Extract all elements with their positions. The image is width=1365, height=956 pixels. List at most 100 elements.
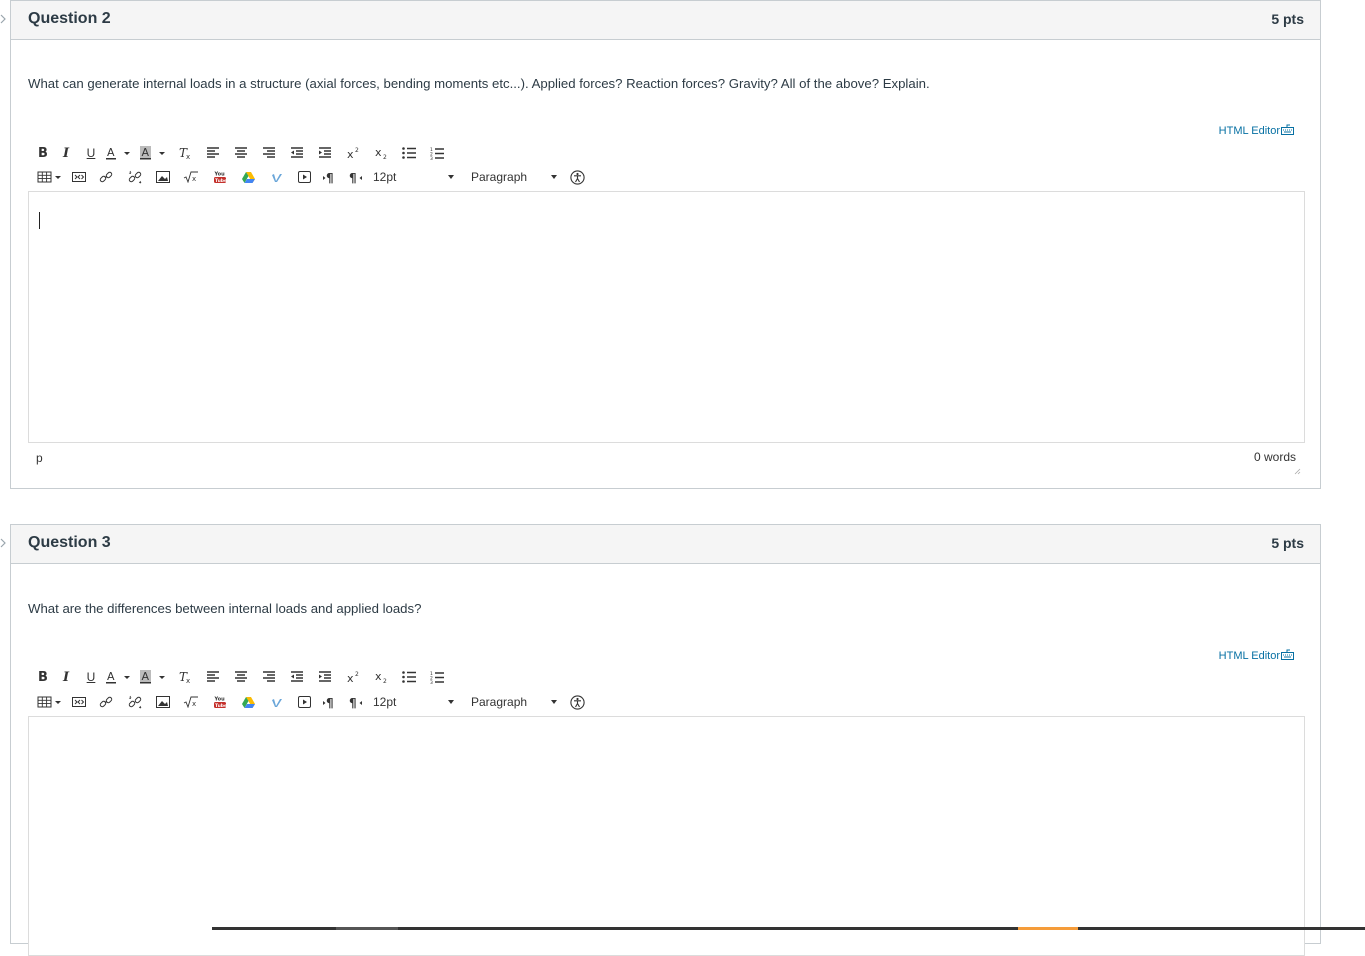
editor-toolbar-row-2: x You Tube ¶ ¶ 12pt Paragraph <box>34 166 590 188</box>
question-points: 5 pts <box>1271 535 1304 551</box>
accessibility-icon[interactable] <box>564 691 590 713</box>
collapse-arrow-icon[interactable] <box>0 14 6 24</box>
keyboard-icon <box>1281 124 1294 138</box>
indent-icon[interactable] <box>311 666 339 688</box>
underline-icon[interactable]: U <box>80 142 102 164</box>
table-icon[interactable] <box>34 691 66 713</box>
ltr-paragraph-icon[interactable]: ¶ <box>318 166 341 188</box>
math-equation-icon[interactable]: x <box>176 166 206 188</box>
svg-text:A: A <box>142 146 150 159</box>
ltr-paragraph-icon[interactable]: ¶ <box>318 691 341 713</box>
google-drive-icon[interactable] <box>233 166 263 188</box>
numbered-list-icon[interactable]: 123 <box>423 666 451 688</box>
clear-formatting-icon[interactable]: Tx <box>172 666 198 688</box>
resize-handle-icon[interactable] <box>1293 462 1301 475</box>
vimeo-icon[interactable] <box>263 166 290 188</box>
outdent-icon[interactable] <box>283 142 311 164</box>
block-format-select[interactable]: Paragraph <box>467 691 560 713</box>
text-cursor <box>39 212 40 229</box>
google-drive-icon[interactable] <box>233 691 263 713</box>
embed-media-icon[interactable] <box>66 691 92 713</box>
editor-toolbar-row-1: B I U A A Tx x2 x2 1 2 3 <box>34 142 451 164</box>
svg-text:x: x <box>375 671 382 683</box>
media-icon[interactable] <box>290 166 318 188</box>
outdent-icon[interactable] <box>283 666 311 688</box>
html-editor-label: HTML Editor <box>1218 650 1280 662</box>
chevron-down-icon <box>448 700 454 704</box>
rich-text-editor[interactable] <box>28 191 1305 443</box>
align-center-icon[interactable] <box>227 142 255 164</box>
embed-media-icon[interactable] <box>66 166 92 188</box>
question-text: What can generate internal loads in a st… <box>28 76 930 91</box>
svg-text:x: x <box>192 175 196 183</box>
background-color-icon[interactable]: A <box>134 666 172 688</box>
text-color-icon[interactable]: A <box>102 666 134 688</box>
subscript-icon[interactable]: x2 <box>366 142 395 164</box>
vimeo-icon[interactable] <box>263 691 290 713</box>
svg-text:x: x <box>347 148 354 159</box>
italic-icon[interactable]: I <box>52 142 80 164</box>
background-color-icon[interactable]: A <box>134 142 172 164</box>
bullet-list-icon[interactable] <box>395 142 423 164</box>
accessibility-icon[interactable] <box>564 166 590 188</box>
bold-icon[interactable]: B <box>34 666 52 688</box>
block-format-value: Paragraph <box>471 170 528 184</box>
superscript-icon[interactable]: x2 <box>339 666 366 688</box>
keyboard-icon <box>1281 649 1294 663</box>
svg-text:x: x <box>192 700 196 708</box>
block-format-select[interactable]: Paragraph <box>467 166 560 188</box>
underline-icon[interactable]: U <box>80 666 102 688</box>
numbered-list-icon[interactable]: 123 <box>423 142 451 164</box>
unlink-icon[interactable] <box>120 166 150 188</box>
block-format-value: Paragraph <box>471 695 528 709</box>
element-path[interactable]: p <box>36 451 43 465</box>
align-right-icon[interactable] <box>255 142 283 164</box>
svg-text:A: A <box>107 670 115 683</box>
image-icon[interactable] <box>150 691 176 713</box>
bullet-list-icon[interactable] <box>395 666 423 688</box>
youtube-icon[interactable]: You Tube <box>206 691 233 713</box>
svg-text:¶: ¶ <box>326 696 334 709</box>
clear-formatting-icon[interactable]: Tx <box>172 142 198 164</box>
bold-icon[interactable]: B <box>34 142 52 164</box>
superscript-icon[interactable]: x2 <box>339 142 366 164</box>
svg-text:2: 2 <box>355 671 359 678</box>
subscript-icon[interactable]: x2 <box>366 666 395 688</box>
question-points: 5 pts <box>1271 11 1304 27</box>
table-icon[interactable] <box>34 166 66 188</box>
italic-icon[interactable]: I <box>52 666 80 688</box>
svg-text:You: You <box>213 172 225 178</box>
svg-text:3: 3 <box>430 680 433 684</box>
align-left-icon[interactable] <box>198 666 227 688</box>
question-title: Question 2 <box>28 10 111 27</box>
rich-text-editor[interactable] <box>28 716 1305 956</box>
html-editor-toggle[interactable]: HTML Editor <box>1219 124 1294 138</box>
align-left-icon[interactable] <box>198 142 227 164</box>
chevron-down-icon <box>448 175 454 179</box>
question-header: Question 2 5 pts <box>11 1 1320 40</box>
chevron-down-icon <box>551 175 557 179</box>
unlink-icon[interactable] <box>120 691 150 713</box>
math-equation-icon[interactable]: x <box>176 691 206 713</box>
font-size-select[interactable]: 12pt <box>369 691 457 713</box>
media-icon[interactable] <box>290 691 318 713</box>
collapse-arrow-icon[interactable] <box>0 538 6 548</box>
question-header: Question 3 5 pts <box>11 525 1320 564</box>
text-color-icon[interactable]: A <box>102 142 134 164</box>
font-size-select[interactable]: 12pt <box>369 166 457 188</box>
align-center-icon[interactable] <box>227 666 255 688</box>
link-icon[interactable] <box>92 166 120 188</box>
youtube-icon[interactable]: You Tube <box>206 166 233 188</box>
svg-text:Tube: Tube <box>215 178 227 184</box>
link-icon[interactable] <box>92 691 120 713</box>
svg-text:x: x <box>186 153 190 160</box>
html-editor-toggle[interactable]: HTML Editor <box>1219 649 1294 663</box>
rtl-paragraph-icon[interactable]: ¶ <box>341 691 369 713</box>
question-card-2: Question 2 5 pts What can generate inter… <box>10 0 1321 489</box>
indent-icon[interactable] <box>311 142 339 164</box>
html-editor-label: HTML Editor <box>1218 125 1280 137</box>
rtl-paragraph-icon[interactable]: ¶ <box>341 166 369 188</box>
svg-text:3: 3 <box>430 156 433 160</box>
align-right-icon[interactable] <box>255 666 283 688</box>
image-icon[interactable] <box>150 166 176 188</box>
